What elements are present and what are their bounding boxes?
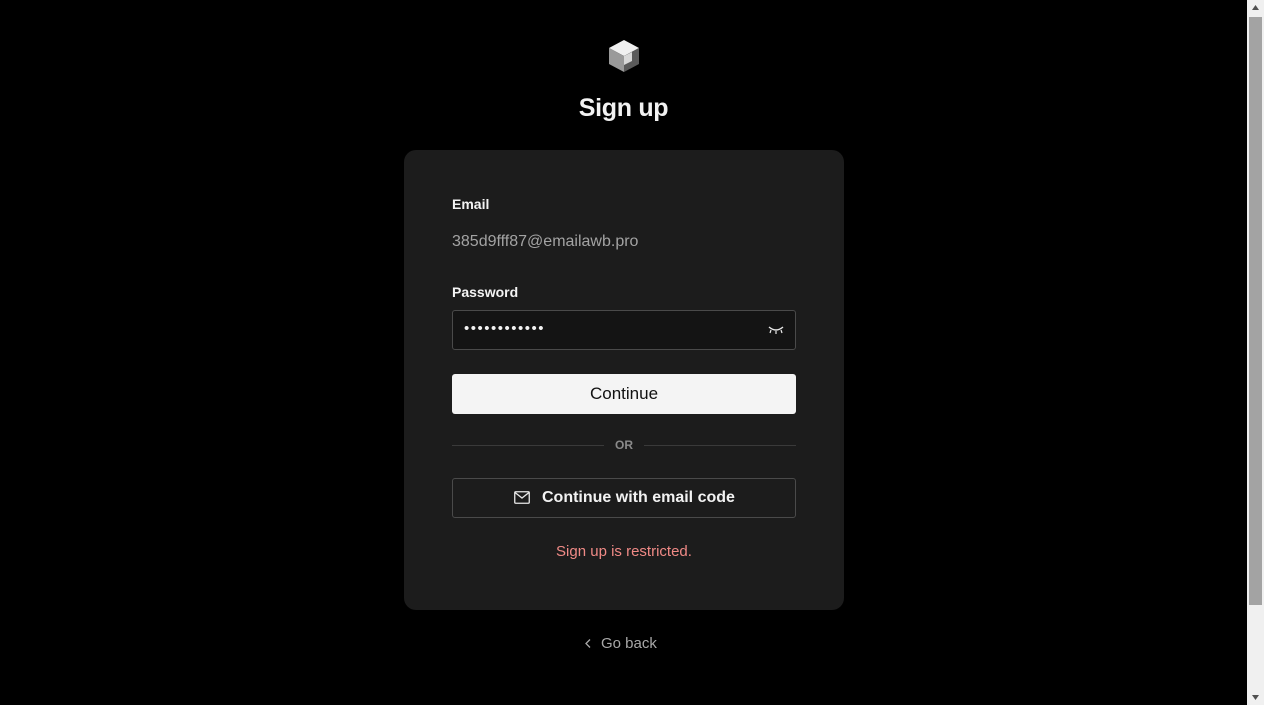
scroll-down-arrow-icon[interactable] <box>1247 688 1264 705</box>
continue-button[interactable]: Continue <box>452 374 796 414</box>
chevron-left-icon <box>585 639 591 648</box>
scrollbar-thumb[interactable] <box>1249 17 1262 605</box>
email-value: 385d9fff87@emailawb.pro <box>452 233 639 250</box>
vertical-scrollbar[interactable] <box>1247 0 1264 705</box>
password-value: •••••••••••• <box>464 320 546 337</box>
scroll-up-arrow-icon[interactable] <box>1247 0 1264 17</box>
divider-text: OR <box>615 438 633 452</box>
page-viewport: Sign up Email 385d9fff87@emailawb.pro Pa… <box>0 0 1247 705</box>
mail-icon <box>514 491 530 504</box>
cube-logo-icon <box>609 40 639 72</box>
page-title: Sign up <box>578 94 669 122</box>
password-field[interactable]: •••••••••••• <box>452 310 796 350</box>
error-message: Sign up is restricted. <box>556 543 692 560</box>
eye-closed-icon[interactable] <box>767 324 785 336</box>
or-divider: OR <box>452 437 796 453</box>
email-code-button[interactable]: Continue with email code <box>452 478 796 518</box>
go-back-label: Go back <box>601 635 657 652</box>
signup-card: Email 385d9fff87@emailawb.pro Password •… <box>404 150 844 610</box>
email-label: Email <box>452 196 490 212</box>
email-code-label: Continue with email code <box>542 489 735 506</box>
password-label: Password <box>452 284 519 300</box>
